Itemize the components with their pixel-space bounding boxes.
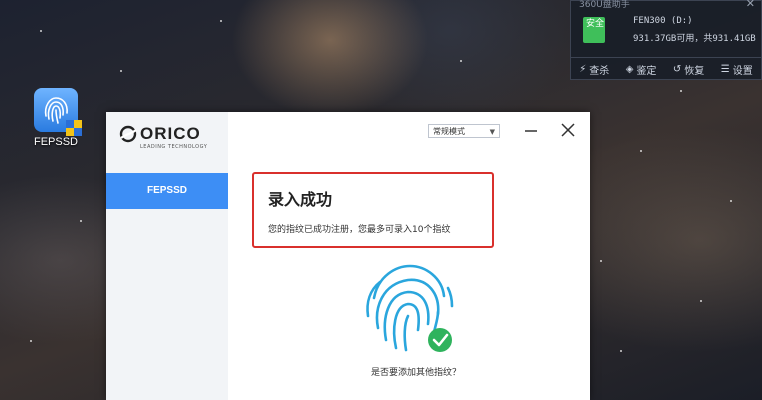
widget-title: 360U盘助手 <box>579 0 630 10</box>
identify-button[interactable]: ◈ 鉴定 <box>626 62 657 77</box>
success-title: 录入成功 <box>268 190 333 209</box>
restore-button[interactable]: ↺ 恢复 <box>673 62 704 77</box>
usb-assistant-widget: 360U盘助手 ✕ 安全 FEN300 (D:) 931.37GB可用，共931… <box>570 0 762 80</box>
brand-name: ORICO <box>140 124 201 143</box>
drive-name: FEN300 (D:) <box>633 16 693 26</box>
success-description: 您的指纹已成功注册，您最多可录入10个指纹 <box>268 225 451 235</box>
close-button[interactable] <box>558 120 578 140</box>
close-icon[interactable]: ✕ <box>746 0 755 10</box>
shield-icon <box>66 120 82 136</box>
check-badge <box>428 328 452 352</box>
orico-logo: ORICO LEADING TECHNOLOGY <box>118 122 228 156</box>
restore-icon: ↺ <box>672 63 682 75</box>
fingerprint-app-icon <box>34 88 82 136</box>
success-message-box: 录入成功 您的指纹已成功注册，您最多可录入10个指纹 <box>252 172 494 248</box>
widget-action-bar: ⚡ 查杀 ◈ 鉴定 ↺ 恢复 ☰ 设置 <box>571 57 761 80</box>
orico-app-window: ORICO LEADING TECHNOLOGY FEPSSD 常规模式 ▼ 录… <box>106 112 590 400</box>
menu-icon: ☰ <box>720 63 730 75</box>
mode-select[interactable]: 常规模式 ▼ <box>428 124 500 138</box>
sidebar: ORICO LEADING TECHNOLOGY FEPSSD <box>106 112 228 400</box>
sidebar-item-fepssd[interactable]: FEPSSD <box>106 173 228 209</box>
bolt-icon: ⚡ <box>579 63 587 75</box>
minimize-button[interactable] <box>522 122 540 140</box>
fingerprint-icon <box>366 264 454 352</box>
add-another-fingerprint-prompt: 是否要添加其他指纹？ <box>370 368 461 378</box>
mode-select-value: 常规模式 <box>433 127 465 136</box>
shield-icon: ◈ <box>625 63 634 75</box>
drive-capacity: 931.37GB可用，共931.41GB <box>633 34 756 44</box>
brand-tagline: LEADING TECHNOLOGY <box>140 144 208 150</box>
orico-logo-icon <box>119 125 137 143</box>
desktop-shortcut-label: FEPSSD <box>33 136 78 148</box>
status-badge: 安全 <box>585 19 604 29</box>
settings-button[interactable]: ☰ 设置 <box>721 62 753 77</box>
scan-button[interactable]: ⚡ 查杀 <box>579 62 609 77</box>
chevron-down-icon: ▼ <box>489 128 495 136</box>
desktop-shortcut-fepssd[interactable]: FEPSSD <box>28 88 84 148</box>
